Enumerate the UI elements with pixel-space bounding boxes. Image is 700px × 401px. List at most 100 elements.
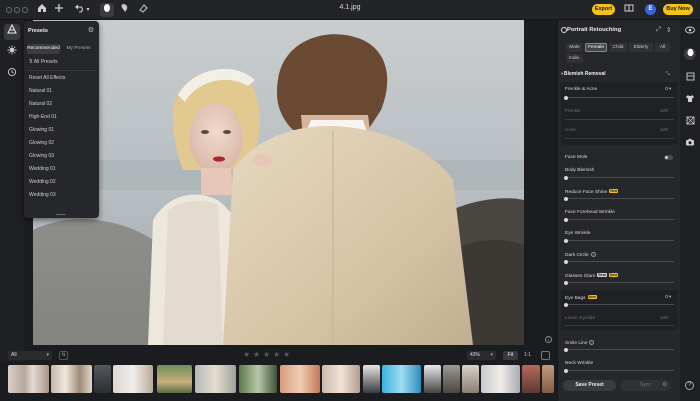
glasses-glare-slider[interactable]	[564, 280, 674, 285]
filmstrip-thumbnail[interactable]	[542, 365, 554, 393]
history-icon[interactable]	[4, 67, 20, 83]
slider-knob[interactable]	[564, 95, 568, 100]
slider-knob[interactable]	[564, 347, 568, 352]
filmstrip-thumbnail[interactable]	[8, 365, 49, 393]
freckle-slider[interactable]	[565, 119, 674, 120]
tab-elderly[interactable]: Elderly	[629, 43, 653, 52]
portrait-retouch-icon[interactable]	[684, 48, 696, 60]
slider-knob[interactable]	[564, 259, 568, 264]
tab-all[interactable]: All	[655, 43, 670, 52]
preset-wedding-02[interactable]: Wedding 02	[29, 179, 56, 185]
filmstrip-thumbnail[interactable]	[424, 365, 441, 393]
clothing-icon[interactable]	[684, 94, 696, 106]
slider-knob[interactable]	[564, 175, 568, 180]
chevron-down-icon[interactable]: ▾	[669, 294, 671, 300]
rating-star-5[interactable]: ★	[283, 350, 290, 359]
photo-canvas[interactable]	[33, 20, 524, 345]
chevron-down-icon[interactable]: ▾	[669, 86, 671, 92]
filter-select[interactable]: All ▾	[8, 351, 52, 360]
preset-natural-01[interactable]: Natural 01	[29, 88, 52, 94]
chevron-down-icon[interactable]: ▾	[561, 71, 563, 77]
slider-knob[interactable]	[564, 217, 568, 222]
filmstrip-thumbnail[interactable]	[51, 365, 92, 393]
filmstrip-thumbnail[interactable]	[280, 365, 320, 393]
help-icon[interactable]: ?	[685, 381, 694, 390]
reduce-face-shine-slider[interactable]	[564, 196, 674, 201]
fit-button[interactable]: Fit	[503, 351, 518, 360]
tab-my-presets[interactable]: My Presets	[62, 44, 95, 54]
info-icon[interactable]: i	[545, 336, 552, 343]
filmstrip-thumbnail[interactable]	[113, 365, 153, 393]
background-icon[interactable]	[684, 116, 696, 128]
zoom-select[interactable]: 43% ▾	[467, 351, 496, 360]
save-preset-button[interactable]: Save Preset	[563, 380, 616, 391]
all-presets-filter[interactable]: ⊽ All Presets	[29, 59, 58, 65]
section-blemish-removal[interactable]: Blemish Removal	[564, 71, 606, 77]
neck-wrinkle-slider[interactable]	[564, 368, 674, 373]
eye-bags-slider[interactable]	[564, 302, 674, 307]
adjust-icon[interactable]	[4, 45, 20, 61]
tab-child[interactable]: Child	[609, 43, 627, 52]
filmstrip-thumbnail[interactable]	[195, 365, 236, 393]
rating-star-2[interactable]: ★	[253, 350, 260, 359]
tab-female[interactable]: Female	[585, 43, 607, 52]
body-blemish-slider[interactable]	[564, 175, 674, 180]
filmstrip-thumbnail[interactable]	[382, 365, 421, 393]
info-icon[interactable]: i	[589, 340, 595, 345]
eye-wrinkle-slider[interactable]	[564, 238, 674, 243]
preset-wedding-01[interactable]: Wedding 01	[29, 166, 56, 172]
rating-star-3[interactable]: ★	[263, 350, 270, 359]
presets-rail-button[interactable]	[4, 23, 20, 40]
rating-star-1[interactable]: ★	[243, 350, 250, 359]
slider-knob[interactable]	[564, 368, 568, 373]
filmstrip-thumbnail[interactable]	[363, 365, 380, 393]
sync-settings-icon[interactable]: ⚙	[662, 381, 667, 388]
filmstrip-thumbnail[interactable]	[157, 365, 192, 393]
slider-knob[interactable]	[564, 302, 568, 307]
filmstrip-thumbnail[interactable]	[522, 365, 540, 393]
sort-icon[interactable]: ⇅	[59, 351, 68, 360]
preset-glowing-01[interactable]: Glowing 01	[29, 127, 54, 133]
preset-wedding-03[interactable]: Wedding 03	[29, 192, 56, 198]
info-icon[interactable]: i	[590, 252, 596, 257]
lower-eyelids-slider[interactable]	[565, 325, 674, 326]
acne-slider[interactable]	[565, 138, 674, 139]
filmstrip-thumbnail[interactable]	[443, 365, 460, 393]
reset-section-icon[interactable]: ⤡	[666, 71, 670, 77]
slider-knob[interactable]	[564, 196, 568, 201]
layers-icon[interactable]	[684, 72, 696, 84]
tab-recommended[interactable]: Recommended	[27, 44, 60, 54]
filmstrip-thumbnail[interactable]	[481, 365, 520, 393]
one-to-one-button[interactable]: 1:1	[520, 351, 535, 360]
dark-circle-slider[interactable]	[564, 259, 674, 264]
filmstrip-thumbnail[interactable]	[94, 365, 111, 393]
export-button[interactable]: Export	[592, 4, 615, 15]
rating-star-4[interactable]: ★	[273, 350, 280, 359]
tab-male[interactable]: Male	[566, 43, 583, 52]
filmstrip-thumbnail[interactable]	[322, 365, 360, 393]
tab-indiv[interactable]: Indiv.	[566, 54, 583, 63]
filmstrip-thumbnail[interactable]	[462, 365, 479, 393]
buy-now-button[interactable]: Buy Now	[663, 4, 693, 15]
avatar[interactable]: E	[645, 4, 656, 15]
presets-settings-icon[interactable]: ⚙	[88, 26, 94, 34]
preset-natural-02[interactable]: Natural 02	[29, 101, 52, 107]
preset-high-end-01[interactable]: High-End 01	[29, 114, 57, 120]
panel-toggle-icon[interactable]	[541, 351, 550, 360]
preset-reset-all-effects[interactable]: Reset All Effects	[29, 75, 65, 81]
filmstrip-thumbnail[interactable]	[239, 365, 277, 393]
face-mole-toggle[interactable]	[664, 155, 673, 160]
eye-icon[interactable]	[684, 26, 696, 38]
expand-icon[interactable]: ⤢	[656, 26, 661, 34]
preset-glowing-03[interactable]: Glowing 03	[29, 153, 54, 159]
slider-knob[interactable]	[564, 238, 568, 243]
slider-knob[interactable]	[564, 280, 568, 285]
reorder-icon[interactable]: ⇕	[666, 26, 671, 34]
smile-line-slider[interactable]	[564, 347, 674, 352]
freckle-acne-slider[interactable]	[564, 95, 674, 100]
camera-icon[interactable]	[684, 138, 696, 150]
presets-resize-handle[interactable]	[56, 214, 66, 215]
preset-glowing-02[interactable]: Glowing 02	[29, 140, 54, 146]
face-forehead-wrinkle-slider[interactable]	[564, 217, 674, 222]
compare-view-icon[interactable]	[622, 3, 636, 17]
